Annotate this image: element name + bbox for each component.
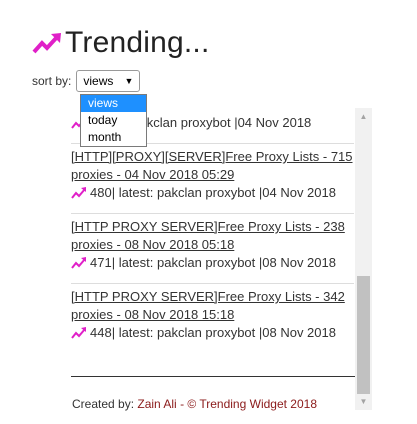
sort-label: sort by: <box>32 74 72 88</box>
footer-separator: - <box>176 397 188 411</box>
item-count: 471 <box>90 255 112 270</box>
trending-up-icon <box>32 33 61 54</box>
trending-up-icon <box>71 187 86 199</box>
item-title-link[interactable]: [HTTP PROXY SERVER]Free Proxy Lists - 23… <box>71 219 345 252</box>
sort-option-views[interactable]: views <box>81 95 146 112</box>
footer-divider <box>71 376 355 377</box>
sort-bar: sort by: views ▼ <box>32 70 141 92</box>
sort-selected-value: views <box>83 74 114 88</box>
item-meta: | latest: pakclan proxybot |04 Nov 2018 <box>111 185 336 200</box>
item-meta: | latest: pakclan proxybot |08 Nov 2018 <box>111 255 336 270</box>
sort-option-month[interactable]: month <box>81 129 146 146</box>
list-item: [HTTP PROXY SERVER]Free Proxy Lists - 23… <box>71 218 354 272</box>
scroll-down-icon[interactable]: ▼ <box>355 393 372 410</box>
list-item: [HTTP PROXY SERVER]Free Proxy Lists - 34… <box>71 288 354 342</box>
sort-dropdown-menu: views today month <box>80 94 147 147</box>
list-item: [HTTP][PROXY][SERVER]Free Proxy Lists - … <box>71 148 354 202</box>
chevron-down-icon: ▼ <box>124 76 134 86</box>
item-count: 448 <box>90 325 112 340</box>
item-title-link[interactable]: [HTTP PROXY SERVER]Free Proxy Lists - 34… <box>71 289 345 322</box>
scrollbar-thumb[interactable] <box>357 276 370 394</box>
sort-option-today[interactable]: today <box>81 112 146 129</box>
divider <box>71 283 354 284</box>
item-count: 480 <box>90 185 112 200</box>
scroll-up-icon[interactable]: ▲ <box>355 108 372 125</box>
item-title-link[interactable]: [HTTP][PROXY][SERVER]Free Proxy Lists - … <box>71 149 353 182</box>
widget-credit-link[interactable]: © Trending Widget 2018 <box>187 397 317 411</box>
item-meta: | latest: pakclan proxybot |08 Nov 2018 <box>111 325 336 340</box>
sort-select[interactable]: views ▼ <box>76 70 141 92</box>
trending-up-icon <box>71 257 86 269</box>
widget-header: Trending... <box>31 26 210 60</box>
widget-title: Trending... <box>65 26 210 59</box>
trending-up-icon <box>71 327 86 339</box>
trending-list-panel[interactable]: latest: pakclan proxybot |04 Nov 2018 [H… <box>71 108 371 410</box>
footer-prefix: Created by: <box>72 397 138 411</box>
footer: Created by: Zain Ali - © Trending Widget… <box>72 397 317 411</box>
divider <box>71 213 354 214</box>
author-link[interactable]: Zain Ali <box>137 397 176 411</box>
vertical-scrollbar[interactable]: ▲ ▼ <box>355 108 372 410</box>
